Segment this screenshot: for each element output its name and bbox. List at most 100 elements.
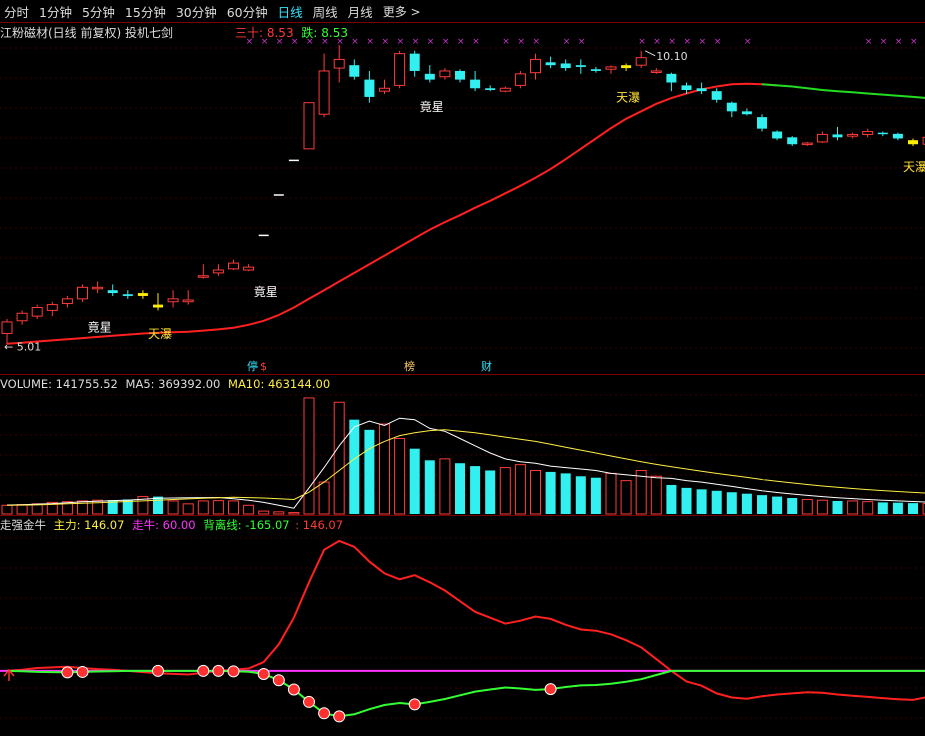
indicator-extra: : 146.07 bbox=[295, 518, 344, 532]
volume-bar bbox=[303, 397, 315, 515]
high-price-label: 10.10 bbox=[656, 50, 688, 63]
indicator-zouniu: 走牛: 60.00 bbox=[132, 518, 196, 532]
signal-x-mark: × bbox=[502, 37, 510, 47]
candle-body bbox=[167, 298, 179, 303]
volume-bar bbox=[288, 512, 300, 515]
candle-body bbox=[92, 286, 104, 290]
candle-body bbox=[499, 87, 511, 92]
candle-body bbox=[560, 63, 571, 69]
volume-bar bbox=[349, 419, 360, 514]
indicator-beili: 背离线: -165.07 bbox=[203, 518, 290, 532]
volume-bar bbox=[318, 481, 330, 515]
candle-body bbox=[530, 58, 541, 74]
candle-body bbox=[545, 62, 556, 66]
buy-signal-ball bbox=[227, 665, 240, 678]
volume-bar bbox=[575, 476, 586, 514]
indicator-legend: 走强金牛 主力: 146.07 走牛: 60.00 背离线: -165.07 :… bbox=[0, 517, 343, 533]
volume-bar bbox=[530, 469, 541, 515]
volume-bar bbox=[439, 458, 451, 515]
volume-bar bbox=[681, 487, 692, 514]
candle-body bbox=[424, 73, 435, 80]
volume-bar bbox=[499, 467, 511, 515]
volume-bar bbox=[787, 498, 798, 514]
buy-signal-ball bbox=[318, 707, 331, 720]
volume-bar bbox=[726, 492, 737, 514]
buy-signal-ball bbox=[152, 664, 164, 677]
candle-body bbox=[197, 275, 209, 278]
volume-bar bbox=[182, 503, 194, 515]
price-annotation: 天瀑 bbox=[616, 91, 640, 105]
signal-x-mark: × bbox=[668, 37, 676, 47]
price-annotation: 竟星 bbox=[420, 100, 444, 114]
signal-x-mark: × bbox=[699, 37, 707, 47]
candle-body bbox=[485, 88, 496, 90]
signal-x-mark: × bbox=[638, 37, 646, 47]
stock-chart[interactable]: ×××××××××××××××××××××××××××××××××10.10← … bbox=[0, 0, 925, 736]
high-pointer bbox=[644, 50, 656, 57]
volume-bar bbox=[394, 438, 406, 515]
volume-legend: VOLUME: 141755.52 MA5: 369392.00 MA10: 4… bbox=[0, 377, 330, 391]
buy-signal-ball bbox=[272, 674, 285, 687]
indicator-name: 走强金牛 bbox=[0, 518, 46, 532]
signal-x-mark: × bbox=[578, 37, 586, 47]
candle-body bbox=[696, 88, 707, 92]
ma-line-down bbox=[761, 83, 925, 99]
volume-bar bbox=[153, 496, 163, 514]
candle-body bbox=[892, 133, 903, 139]
candle-body bbox=[182, 299, 194, 303]
candle-body bbox=[635, 57, 647, 66]
buy-signal-ball bbox=[197, 664, 210, 677]
volume-bar bbox=[877, 502, 888, 514]
volume-bar bbox=[816, 499, 828, 515]
volume-bar bbox=[560, 473, 571, 514]
candle-body bbox=[107, 290, 118, 294]
volume-bar bbox=[801, 498, 813, 515]
buy-signal-ball bbox=[212, 664, 225, 677]
candle-body bbox=[681, 85, 692, 90]
candle-body bbox=[816, 133, 828, 143]
candle-body bbox=[801, 142, 813, 146]
candle-body bbox=[455, 70, 465, 80]
buy-signal-ball bbox=[544, 683, 557, 696]
candle-body bbox=[153, 304, 163, 308]
signal-x-mark: × bbox=[744, 37, 752, 47]
candle-body bbox=[379, 87, 390, 92]
signal-x-mark: × bbox=[291, 37, 299, 47]
signal-x-mark: × bbox=[351, 37, 359, 47]
candle-body bbox=[757, 117, 767, 129]
candle-body bbox=[711, 91, 722, 100]
volume-bar bbox=[832, 500, 843, 514]
candle-body bbox=[787, 137, 798, 145]
signal-x-mark: × bbox=[714, 37, 722, 47]
candle-body bbox=[61, 298, 73, 304]
candle-body bbox=[1, 321, 13, 334]
candle-body bbox=[908, 140, 918, 145]
buy-signal-ball bbox=[76, 665, 89, 678]
volume-bar bbox=[258, 510, 270, 515]
signal-x-mark: × bbox=[880, 37, 888, 47]
volume-bar bbox=[772, 496, 783, 514]
candle-body bbox=[349, 65, 360, 77]
volume-bar bbox=[16, 504, 28, 515]
price-annotation: 天瀑 bbox=[903, 160, 925, 174]
candle-body bbox=[31, 307, 43, 317]
indicator-divider bbox=[0, 515, 925, 516]
candle-body bbox=[621, 65, 632, 69]
signal-x-mark: × bbox=[276, 37, 284, 47]
volume-bar bbox=[650, 475, 662, 515]
event-marker: 停 bbox=[247, 359, 258, 373]
candle-body bbox=[590, 69, 601, 71]
candle-body bbox=[877, 132, 888, 135]
candle-body bbox=[16, 312, 28, 322]
signal-x-mark: × bbox=[563, 37, 571, 47]
volume-bar bbox=[696, 489, 707, 514]
signal-x-mark: × bbox=[336, 37, 344, 47]
volume-bar bbox=[620, 480, 632, 515]
candle-body bbox=[666, 73, 677, 83]
volume-divider bbox=[0, 374, 925, 375]
event-marker: $ bbox=[260, 360, 267, 373]
volume-ma5: MA5: 369392.00 bbox=[125, 377, 221, 391]
signal-x-mark: × bbox=[306, 37, 314, 47]
candle-body bbox=[137, 293, 148, 296]
volume-bar bbox=[243, 504, 255, 515]
